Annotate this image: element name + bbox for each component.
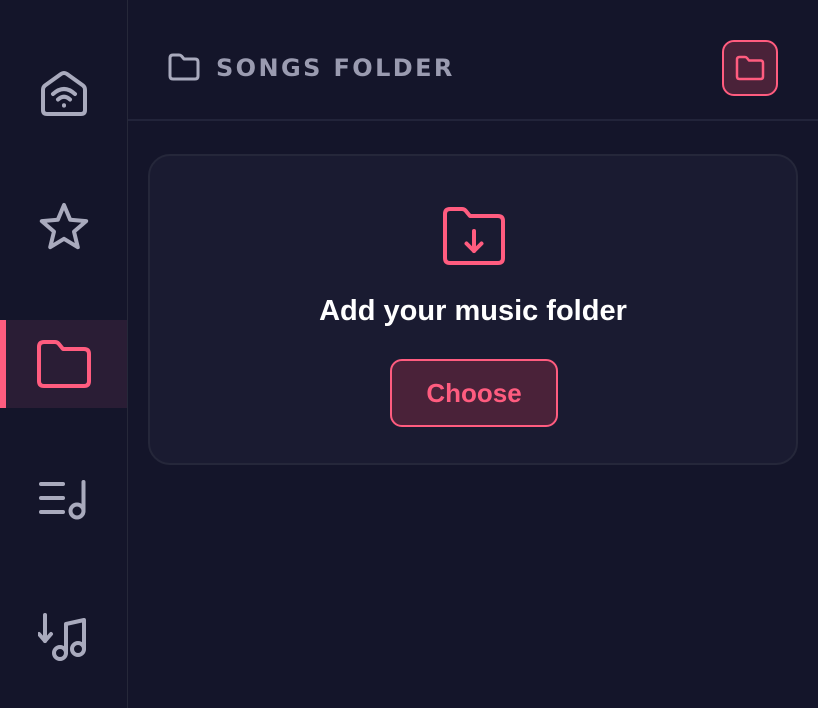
folder-outline-icon [168,53,200,86]
sidebar-item-playlists[interactable] [0,456,127,544]
add-folder-button[interactable] [722,40,778,96]
folder-icon [36,340,91,388]
empty-state-card: Add your music folder Choose [148,154,798,465]
choose-folder-button[interactable]: Choose [390,359,558,427]
sidebar-item-sort[interactable] [0,592,127,680]
sidebar-item-folders[interactable] [0,320,127,408]
star-icon [39,203,88,250]
playlist-icon [38,480,85,520]
home-wifi-icon [40,71,87,116]
page-title: SONGS FOLDER [216,54,455,82]
folder-icon [735,55,765,81]
header: SONGS FOLDER [128,0,818,121]
empty-state-title: Add your music folder [319,295,627,327]
sort-music-icon [37,613,86,661]
sidebar [0,0,128,708]
folder-download-icon [442,206,506,271]
sidebar-item-favorites[interactable] [0,184,127,272]
sidebar-item-home[interactable] [0,48,127,136]
